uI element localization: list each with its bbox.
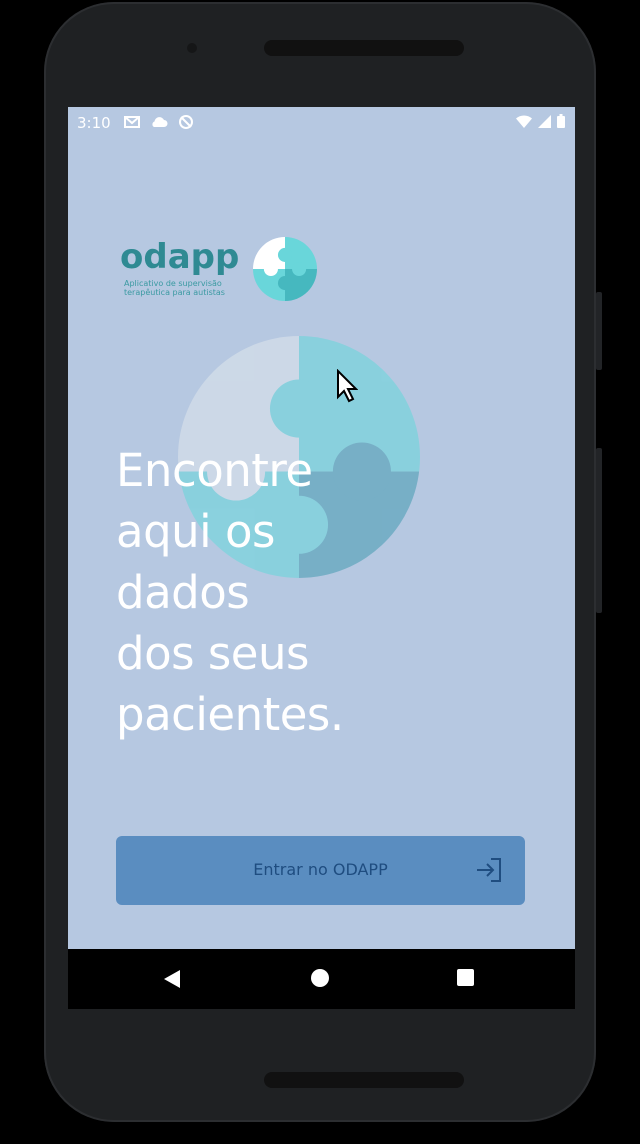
status-time: 3:10 bbox=[77, 114, 111, 132]
mouse-cursor-icon bbox=[337, 369, 358, 403]
home-icon[interactable] bbox=[311, 969, 329, 987]
enter-button-label: Entrar no ODAPP bbox=[253, 860, 388, 879]
logo-name: odapp bbox=[120, 237, 240, 277]
status-bar: 3:10 bbox=[68, 107, 575, 139]
system-icons bbox=[516, 114, 565, 128]
cloud-icon bbox=[152, 117, 168, 127]
notification-icons bbox=[124, 114, 194, 130]
enter-odapp-button[interactable]: Entrar no ODAPP bbox=[116, 836, 525, 905]
logo-tagline: Aplicativo de supervisão terapêutica par… bbox=[124, 279, 274, 297]
signal-icon bbox=[538, 114, 551, 128]
volume-button bbox=[596, 292, 602, 370]
app-screen: 3:10 odapp Aplicativo de supervisão tera… bbox=[68, 107, 575, 949]
wifi-icon bbox=[516, 114, 532, 128]
battery-icon bbox=[557, 114, 565, 128]
android-navigation-bar bbox=[68, 949, 575, 1009]
logo-tagline-line2: terapêutica para autistas bbox=[124, 288, 225, 297]
logo-tagline-line1: Aplicativo de supervisão bbox=[124, 279, 222, 288]
top-speaker bbox=[264, 40, 464, 56]
login-icon bbox=[477, 858, 501, 882]
bottom-speaker bbox=[264, 1072, 464, 1088]
back-icon[interactable] bbox=[163, 969, 181, 989]
headline: Encontre aqui os dados dos seus paciente… bbox=[116, 444, 344, 741]
sync-off-icon bbox=[179, 115, 193, 129]
power-button bbox=[596, 448, 602, 613]
gmail-icon bbox=[124, 116, 140, 128]
front-camera bbox=[187, 43, 197, 53]
recents-icon[interactable] bbox=[457, 969, 474, 986]
logo-puzzle-icon bbox=[253, 237, 317, 301]
